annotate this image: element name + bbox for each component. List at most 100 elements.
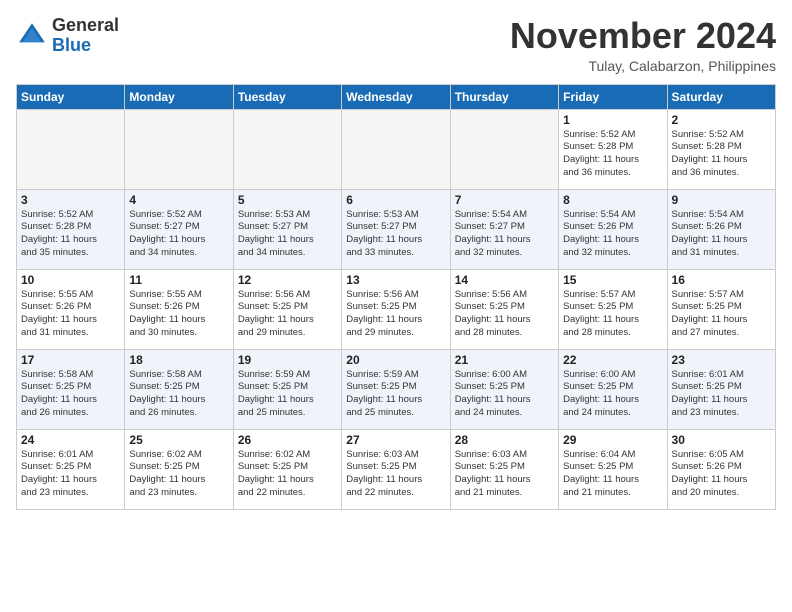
calendar-cell: 19 Sunrise: 5:59 AM Sunset: 5:25 PM Dayli…	[233, 349, 341, 429]
calendar-week-row: 24 Sunrise: 6:01 AM Sunset: 5:25 PM Dayli…	[17, 429, 776, 509]
calendar-cell	[342, 109, 450, 189]
cell-text: Sunrise: 6:03 AM Sunset: 5:25 PM Dayligh…	[455, 449, 554, 500]
cell-text: Sunrise: 5:55 AM Sunset: 5:26 PM Dayligh…	[21, 289, 120, 340]
cell-text: Sunrise: 6:03 AM Sunset: 5:25 PM Dayligh…	[346, 449, 445, 500]
cell-text: Sunrise: 5:52 AM Sunset: 5:27 PM Dayligh…	[129, 209, 228, 260]
calendar-cell: 6 Sunrise: 5:53 AM Sunset: 5:27 PM Daylig…	[342, 189, 450, 269]
logo-text: General Blue	[52, 16, 119, 56]
calendar-cell: 20 Sunrise: 5:59 AM Sunset: 5:25 PM Dayli…	[342, 349, 450, 429]
calendar-cell: 8 Sunrise: 5:54 AM Sunset: 5:26 PM Daylig…	[559, 189, 667, 269]
day-header-monday: Monday	[125, 84, 233, 109]
day-number: 11	[129, 273, 228, 287]
day-number: 1	[563, 113, 662, 127]
calendar-cell: 5 Sunrise: 5:53 AM Sunset: 5:27 PM Daylig…	[233, 189, 341, 269]
calendar-cell: 18 Sunrise: 5:58 AM Sunset: 5:25 PM Dayli…	[125, 349, 233, 429]
page: General Blue November 2024 Tulay, Calaba…	[0, 0, 792, 526]
calendar-week-row: 3 Sunrise: 5:52 AM Sunset: 5:28 PM Daylig…	[17, 189, 776, 269]
calendar-cell: 23 Sunrise: 6:01 AM Sunset: 5:25 PM Dayli…	[667, 349, 775, 429]
day-number: 21	[455, 353, 554, 367]
day-number: 14	[455, 273, 554, 287]
day-number: 19	[238, 353, 337, 367]
cell-text: Sunrise: 6:00 AM Sunset: 5:25 PM Dayligh…	[455, 369, 554, 420]
day-number: 13	[346, 273, 445, 287]
day-number: 30	[672, 433, 771, 447]
day-number: 8	[563, 193, 662, 207]
cell-text: Sunrise: 5:52 AM Sunset: 5:28 PM Dayligh…	[21, 209, 120, 260]
cell-text: Sunrise: 5:55 AM Sunset: 5:26 PM Dayligh…	[129, 289, 228, 340]
calendar-cell: 15Sunrise: 5:57 AM Sunset: 5:25 PM Dayli…	[559, 269, 667, 349]
day-number: 3	[21, 193, 120, 207]
day-number: 6	[346, 193, 445, 207]
day-header-friday: Friday	[559, 84, 667, 109]
cell-text: Sunrise: 5:56 AM Sunset: 5:25 PM Dayligh…	[455, 289, 554, 340]
logo: General Blue	[16, 16, 119, 56]
cell-text: Sunrise: 5:56 AM Sunset: 5:25 PM Dayligh…	[346, 289, 445, 340]
day-number: 26	[238, 433, 337, 447]
calendar-cell: 11 Sunrise: 5:55 AM Sunset: 5:26 PM Dayli…	[125, 269, 233, 349]
calendar-header-row: SundayMondayTuesdayWednesdayThursdayFrid…	[17, 84, 776, 109]
cell-text: Sunrise: 5:59 AM Sunset: 5:25 PM Dayligh…	[238, 369, 337, 420]
calendar-cell	[233, 109, 341, 189]
cell-text: Sunrise: 5:54 AM Sunset: 5:27 PM Dayligh…	[455, 209, 554, 260]
day-header-tuesday: Tuesday	[233, 84, 341, 109]
day-header-thursday: Thursday	[450, 84, 558, 109]
day-header-saturday: Saturday	[667, 84, 775, 109]
calendar-week-row: 10 Sunrise: 5:55 AM Sunset: 5:26 PM Dayli…	[17, 269, 776, 349]
calendar-cell: 12Sunrise: 5:56 AM Sunset: 5:25 PM Dayli…	[233, 269, 341, 349]
calendar-cell: 28 Sunrise: 6:03 AM Sunset: 5:25 PM Dayli…	[450, 429, 558, 509]
title-block: November 2024 Tulay, Calabarzon, Philipp…	[510, 16, 776, 74]
calendar-cell	[450, 109, 558, 189]
location: Tulay, Calabarzon, Philippines	[510, 58, 776, 74]
cell-text: Sunrise: 6:05 AM Sunset: 5:26 PM Dayligh…	[672, 449, 771, 500]
cell-text: Sunrise: 6:02 AM Sunset: 5:25 PM Dayligh…	[238, 449, 337, 500]
calendar-cell: 27Sunrise: 6:03 AM Sunset: 5:25 PM Dayli…	[342, 429, 450, 509]
calendar-cell: 13 Sunrise: 5:56 AM Sunset: 5:25 PM Dayli…	[342, 269, 450, 349]
logo-blue-text: Blue	[52, 36, 119, 56]
day-number: 2	[672, 113, 771, 127]
header: General Blue November 2024 Tulay, Calaba…	[16, 16, 776, 74]
cell-text: Sunrise: 5:59 AM Sunset: 5:25 PM Dayligh…	[346, 369, 445, 420]
cell-text: Sunrise: 5:54 AM Sunset: 5:26 PM Dayligh…	[563, 209, 662, 260]
logo-icon	[16, 20, 48, 52]
calendar-cell: 16 Sunrise: 5:57 AM Sunset: 5:25 PM Dayli…	[667, 269, 775, 349]
day-number: 9	[672, 193, 771, 207]
calendar-cell: 4 Sunrise: 5:52 AM Sunset: 5:27 PM Daylig…	[125, 189, 233, 269]
day-header-sunday: Sunday	[17, 84, 125, 109]
calendar-cell: 29 Sunrise: 6:04 AM Sunset: 5:25 PM Dayli…	[559, 429, 667, 509]
calendar-cell: 3 Sunrise: 5:52 AM Sunset: 5:28 PM Daylig…	[17, 189, 125, 269]
day-number: 16	[672, 273, 771, 287]
cell-text: Sunrise: 5:58 AM Sunset: 5:25 PM Dayligh…	[129, 369, 228, 420]
cell-text: Sunrise: 5:57 AM Sunset: 5:25 PM Dayligh…	[563, 289, 662, 340]
day-number: 18	[129, 353, 228, 367]
day-number: 22	[563, 353, 662, 367]
day-number: 23	[672, 353, 771, 367]
day-number: 20	[346, 353, 445, 367]
cell-text: Sunrise: 6:01 AM Sunset: 5:25 PM Dayligh…	[672, 369, 771, 420]
day-number: 10	[21, 273, 120, 287]
cell-text: Sunrise: 6:01 AM Sunset: 5:25 PM Dayligh…	[21, 449, 120, 500]
cell-text: Sunrise: 5:54 AM Sunset: 5:26 PM Dayligh…	[672, 209, 771, 260]
calendar-cell	[125, 109, 233, 189]
month-title: November 2024	[510, 16, 776, 56]
cell-text: Sunrise: 5:52 AM Sunset: 5:28 PM Dayligh…	[672, 129, 771, 180]
day-number: 25	[129, 433, 228, 447]
day-number: 12	[238, 273, 337, 287]
cell-text: Sunrise: 5:57 AM Sunset: 5:25 PM Dayligh…	[672, 289, 771, 340]
calendar-cell: 10 Sunrise: 5:55 AM Sunset: 5:26 PM Dayli…	[17, 269, 125, 349]
day-number: 28	[455, 433, 554, 447]
cell-text: Sunrise: 6:02 AM Sunset: 5:25 PM Dayligh…	[129, 449, 228, 500]
day-number: 29	[563, 433, 662, 447]
cell-text: Sunrise: 5:53 AM Sunset: 5:27 PM Dayligh…	[238, 209, 337, 260]
day-number: 24	[21, 433, 120, 447]
cell-text: Sunrise: 5:58 AM Sunset: 5:25 PM Dayligh…	[21, 369, 120, 420]
cell-text: Sunrise: 5:53 AM Sunset: 5:27 PM Dayligh…	[346, 209, 445, 260]
calendar-cell: 21 Sunrise: 6:00 AM Sunset: 5:25 PM Dayli…	[450, 349, 558, 429]
calendar-cell: 30 Sunrise: 6:05 AM Sunset: 5:26 PM Dayli…	[667, 429, 775, 509]
cell-text: Sunrise: 6:00 AM Sunset: 5:25 PM Dayligh…	[563, 369, 662, 420]
cell-text: Sunrise: 6:04 AM Sunset: 5:25 PM Dayligh…	[563, 449, 662, 500]
calendar-cell: 25 Sunrise: 6:02 AM Sunset: 5:25 PM Dayli…	[125, 429, 233, 509]
calendar-week-row: 17 Sunrise: 5:58 AM Sunset: 5:25 PM Dayli…	[17, 349, 776, 429]
day-number: 4	[129, 193, 228, 207]
day-number: 17	[21, 353, 120, 367]
day-number: 5	[238, 193, 337, 207]
